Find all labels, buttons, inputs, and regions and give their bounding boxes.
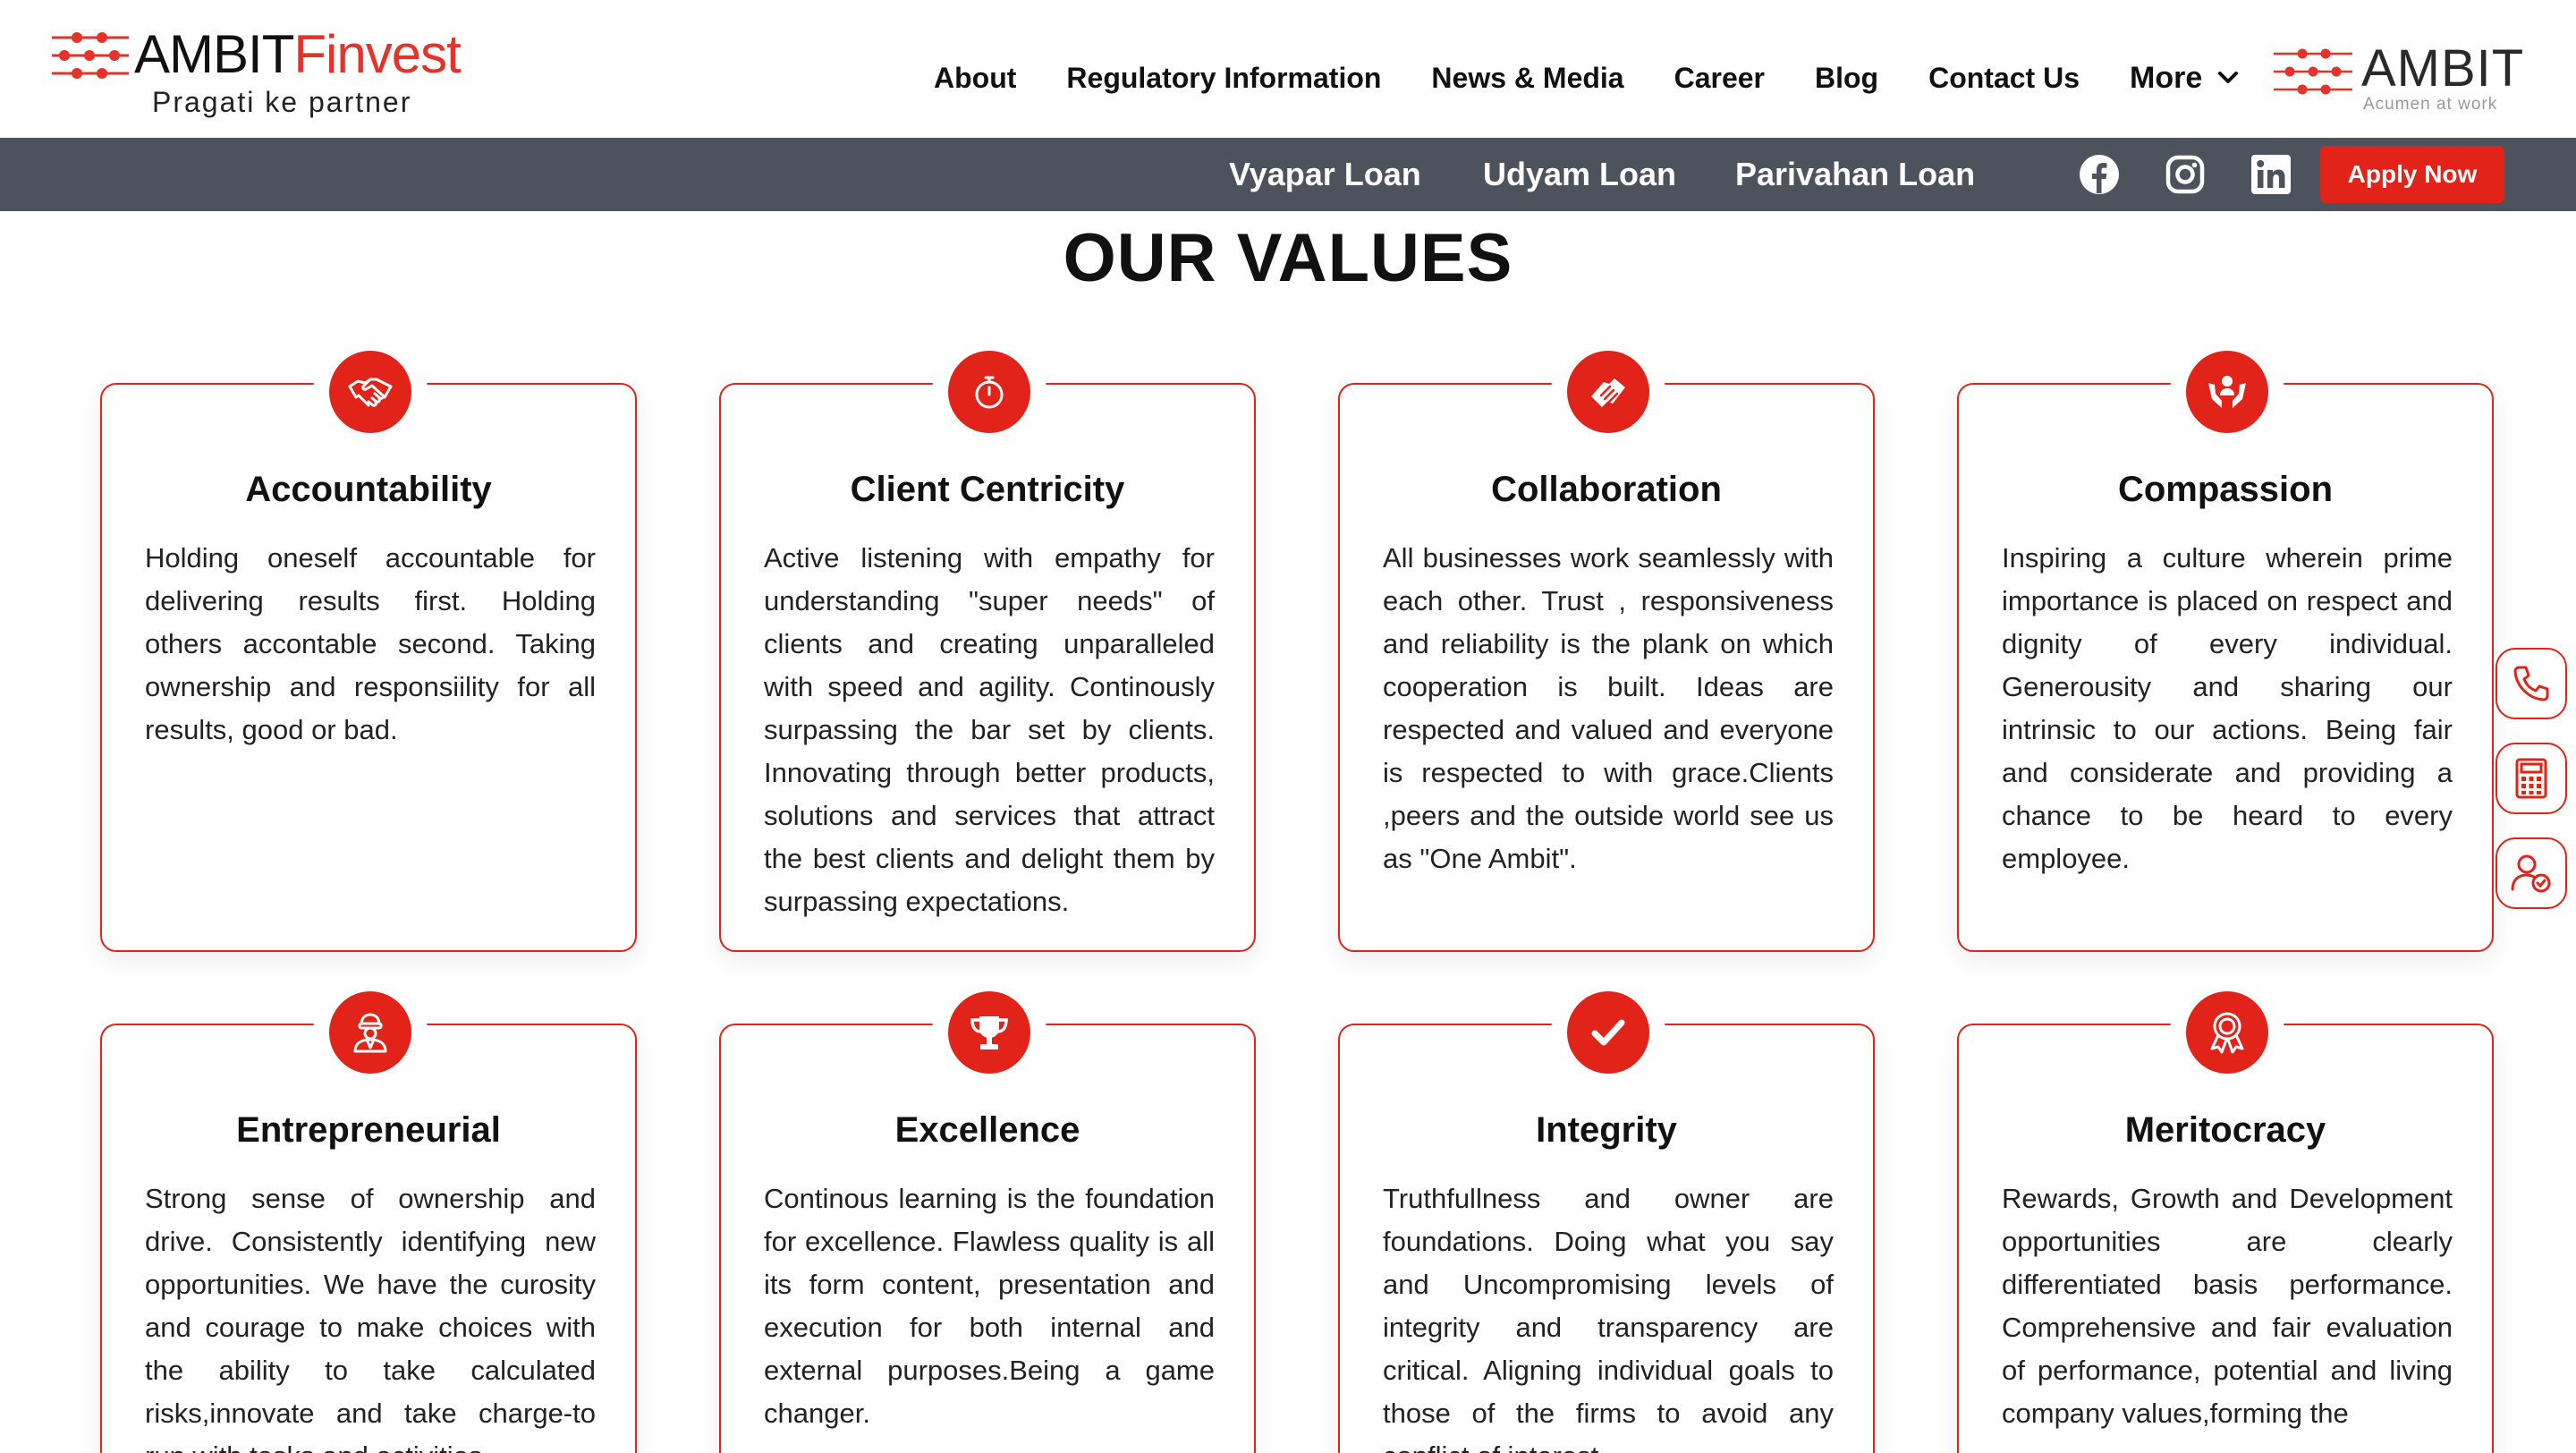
main-nav: About Regulatory Information News & Medi… — [934, 55, 2239, 100]
nav-more-dropdown[interactable]: More — [2130, 58, 2239, 98]
udyam-loan-link[interactable]: Udyam Loan — [1483, 152, 1676, 197]
apply-now-button[interactable]: Apply Now — [2320, 146, 2504, 203]
value-description: Holding oneself accountable for deliveri… — [145, 542, 596, 745]
parivahan-loan-link[interactable]: Parivahan Loan — [1735, 152, 1975, 197]
chevron-down-icon — [2218, 72, 2239, 83]
ambit-wordmark: AMBIT — [2361, 39, 2525, 98]
value-description: Inspiring a culture wherein prime import… — [2002, 542, 2453, 874]
logo-tagline: Pragati ke partner — [152, 86, 412, 118]
value-card-compassion: Compassion Inspiring a culture wherein p… — [1957, 351, 2494, 952]
value-card-collaboration: Collaboration All businesses work seamle… — [1338, 351, 1875, 952]
handshake-icon — [329, 351, 411, 433]
user-check-icon[interactable] — [2496, 837, 2567, 909]
site-header: AMBITFinvest Pragati ke partner About Re… — [0, 0, 2576, 138]
nav-contact-us[interactable]: Contact Us — [1928, 58, 2080, 98]
value-card-integrity: Integrity Truthfullness and owner are fo… — [1338, 991, 1875, 1453]
value-card-accountability: Accountability Holding oneself accountab… — [100, 351, 637, 952]
section-title: OUR VALUES — [1063, 220, 1513, 296]
instagram-icon[interactable] — [2163, 152, 2207, 197]
value-title: Accountability — [245, 470, 492, 509]
vyapar-loan-link[interactable]: Vyapar Loan — [1229, 152, 1421, 197]
trophy-icon — [948, 991, 1030, 1074]
calculator-icon[interactable] — [2496, 743, 2567, 814]
value-card-excellence: Excellence Continous learning is the fou… — [719, 991, 1256, 1453]
ambit-mark-icon — [2274, 48, 2352, 95]
nav-more-label: More — [2130, 61, 2203, 95]
ambit-finvest-logo[interactable]: AMBITFinvest Pragati ke partner — [50, 25, 462, 123]
value-title: Integrity — [1536, 1110, 1677, 1150]
entrepreneur-icon — [329, 991, 411, 1074]
stopwatch-icon — [948, 351, 1030, 433]
ambit-group-logo[interactable]: AMBIT Acumen at work — [2272, 41, 2523, 116]
value-card-entrepreneurial: Entrepreneurial Strong sense of ownershi… — [100, 991, 637, 1453]
phone-icon[interactable] — [2496, 648, 2567, 719]
value-title: Client Centricity — [850, 470, 1125, 509]
value-title: Meritocracy — [2124, 1110, 2326, 1150]
value-title: Excellence — [894, 1110, 1080, 1150]
collaboration-icon — [1567, 351, 1649, 433]
nav-news-media[interactable]: News & Media — [1431, 58, 1623, 98]
logo-mark-icon — [52, 32, 129, 79]
logo-wordmark: AMBITFinvest — [134, 24, 462, 84]
checkmark-icon — [1567, 991, 1649, 1074]
value-title: Compassion — [2117, 470, 2334, 509]
nav-blog[interactable]: Blog — [1815, 58, 1878, 98]
value-description: Truthfullness and owner are foundations.… — [1383, 1183, 1834, 1453]
loan-bar: Vyapar Loan Udyam Loan Parivahan Loan Ap… — [0, 138, 2576, 211]
value-description: All businesses work seamlessly with each… — [1383, 542, 1834, 874]
value-description: Continous learning is the foundation for… — [764, 1183, 1215, 1429]
caring-hands-icon — [2186, 351, 2268, 433]
linkedin-icon[interactable] — [2249, 152, 2293, 197]
ambit-tagline: Acumen at work — [2363, 95, 2498, 114]
value-description: Active listening with empathy for unders… — [764, 542, 1215, 917]
value-card-client-centricity: Client Centricity Active listening with … — [719, 351, 1256, 952]
value-description: Strong sense of ownership and drive. Con… — [145, 1183, 596, 1453]
nav-about[interactable]: About — [934, 58, 1016, 98]
value-description: Rewards, Growth and Development opportun… — [2002, 1183, 2453, 1429]
award-ribbon-icon — [2186, 991, 2268, 1074]
value-title: Entrepreneurial — [236, 1110, 501, 1150]
nav-career[interactable]: Career — [1674, 58, 1765, 98]
value-card-meritocracy: Meritocracy Rewards, Growth and Developm… — [1957, 991, 2494, 1453]
nav-regulatory-information[interactable]: Regulatory Information — [1066, 58, 1381, 98]
value-title: Collaboration — [1491, 470, 1722, 509]
facebook-icon[interactable] — [2077, 152, 2122, 197]
